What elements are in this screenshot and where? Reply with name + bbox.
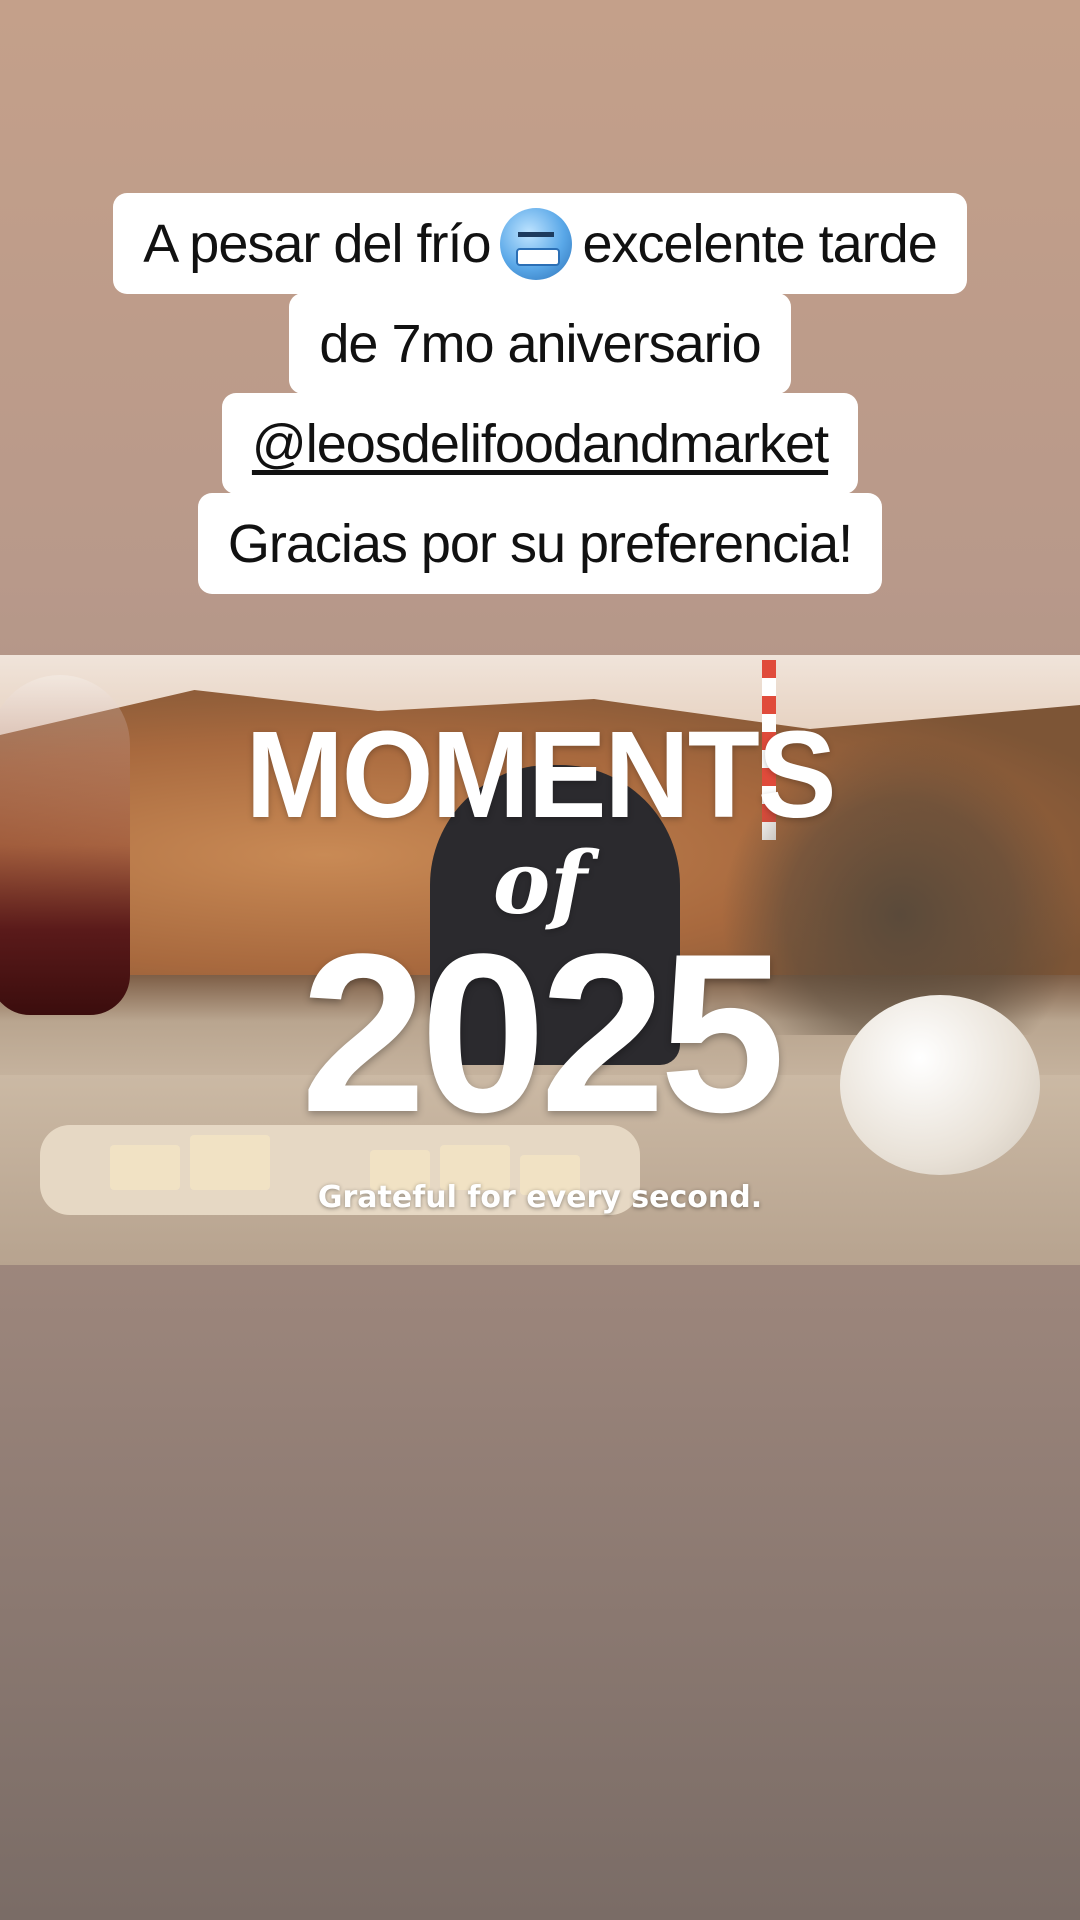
cold-face-icon bbox=[500, 207, 573, 280]
mention-link[interactable]: @leosdelifoodandmarket bbox=[252, 394, 829, 494]
caption-line-1: A pesar del frío excelente tarde bbox=[113, 193, 967, 294]
year-title: 2025 bbox=[300, 906, 786, 1159]
caption-line-4: Gracias por su preferencia! bbox=[197, 493, 883, 594]
moments-title: MOMENTS bbox=[245, 705, 836, 845]
media-subtitle: Grateful for every second. bbox=[317, 1180, 763, 1215]
shared-media-photo[interactable]: MOMENTS of 2025 Grateful for every secon… bbox=[0, 655, 1080, 1265]
story-caption: A pesar del frío excelente tarde de 7mo … bbox=[0, 193, 1080, 594]
caption-line-2: de 7mo aniversario bbox=[289, 293, 791, 394]
caption-line-3[interactable]: @leosdelifoodandmarket bbox=[221, 393, 859, 494]
caption-text: A pesar del frío bbox=[143, 213, 491, 274]
caption-text: excelente tarde bbox=[582, 213, 937, 274]
